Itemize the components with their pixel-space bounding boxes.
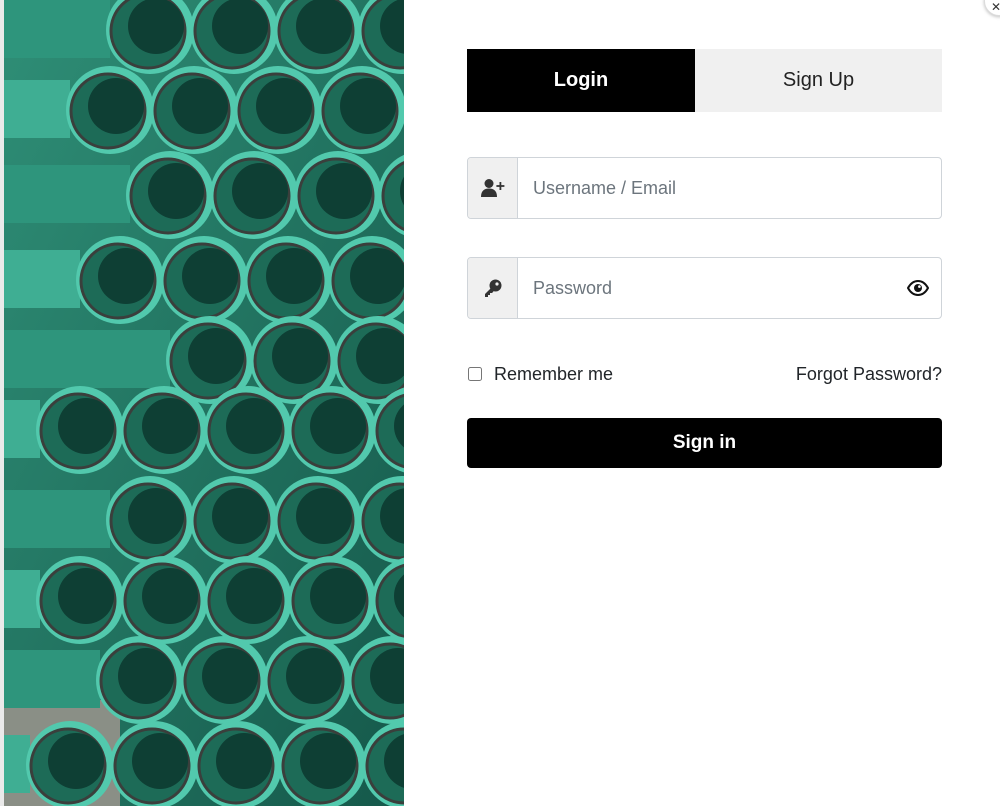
pipe-interior xyxy=(148,163,204,219)
pipe-interior xyxy=(212,488,268,544)
pipe-interior xyxy=(300,733,356,789)
pipe-interior xyxy=(142,568,198,624)
pipe-interior xyxy=(316,163,372,219)
pipe-interior xyxy=(118,648,174,704)
pipe-interior xyxy=(256,78,312,134)
close-icon: ✕ xyxy=(991,0,1000,14)
pipe-interior xyxy=(98,248,154,304)
photo-edge xyxy=(0,0,4,806)
pipe-interior xyxy=(286,648,342,704)
pipe-interior xyxy=(48,733,104,789)
hero-image xyxy=(0,0,404,806)
pipe-interior xyxy=(310,398,366,454)
pipe-interior xyxy=(266,248,322,304)
username-input[interactable] xyxy=(518,158,941,218)
password-addon xyxy=(468,258,518,318)
remember-me-label: Remember me xyxy=(494,363,614,384)
pipe-interior xyxy=(340,78,396,134)
close-button[interactable]: ✕ xyxy=(984,0,1000,16)
pipe-interior xyxy=(296,488,352,544)
pipe-interior xyxy=(128,0,184,54)
signin-button[interactable]: Sign in xyxy=(467,418,942,468)
pipe-body xyxy=(0,250,80,308)
pipe-interior xyxy=(132,733,188,789)
pipe-interior xyxy=(88,78,144,134)
pipe-interior xyxy=(272,328,328,384)
login-form: Login Sign Up Username / Email Remember … xyxy=(467,49,942,468)
pipe-interior xyxy=(226,568,282,624)
forgot-password-link[interactable]: Forgot Password? xyxy=(796,364,942,385)
pipe-interior xyxy=(310,568,366,624)
tab-signup[interactable]: Sign Up xyxy=(695,49,942,112)
pipe-interior xyxy=(350,248,404,304)
pipe-interior xyxy=(58,568,114,624)
password-input[interactable] xyxy=(518,258,895,318)
pipe-body xyxy=(0,570,40,628)
eye-icon xyxy=(907,280,929,296)
pipe-interior xyxy=(182,248,238,304)
pipe-body xyxy=(0,490,110,548)
password-field xyxy=(467,257,942,319)
pipe-interior xyxy=(58,398,114,454)
username-field xyxy=(467,157,942,219)
user-plus-icon xyxy=(480,179,504,197)
pipe-interior xyxy=(172,78,228,134)
pipe-body xyxy=(0,735,30,793)
pipe-interior xyxy=(128,488,184,544)
pipe-interior xyxy=(226,398,282,454)
pipe-interior xyxy=(212,0,268,54)
pipe-interior xyxy=(142,398,198,454)
pipe-interior xyxy=(232,163,288,219)
pipe-body xyxy=(0,165,130,223)
pipe-body xyxy=(0,0,110,58)
pipe-body xyxy=(0,80,70,138)
key-icon xyxy=(484,279,501,297)
pipe-interior xyxy=(216,733,272,789)
pipe-body xyxy=(0,650,100,708)
remember-me-checkbox[interactable] xyxy=(468,367,482,381)
pipe-interior xyxy=(202,648,258,704)
pipe-body xyxy=(0,330,170,388)
pipe-interior xyxy=(188,328,244,384)
remember-me[interactable]: Remember me xyxy=(467,364,613,385)
tab-login[interactable]: Login xyxy=(467,49,695,112)
pipe-interior xyxy=(296,0,352,54)
username-addon xyxy=(468,158,518,218)
pipe-body xyxy=(0,400,40,458)
auth-tabs: Login Sign Up xyxy=(467,49,942,112)
stacked-pipes-graphic xyxy=(0,0,404,806)
login-options: Remember me Forgot Password? xyxy=(467,361,942,387)
toggle-password-button[interactable] xyxy=(895,258,941,318)
